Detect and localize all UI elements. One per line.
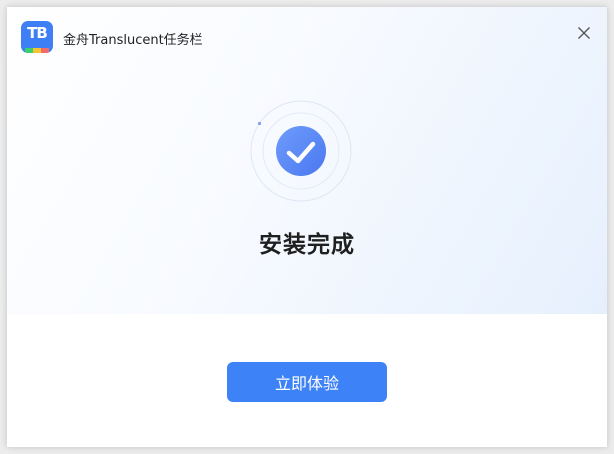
app-logo-icon: TB: [21, 21, 53, 53]
logo-stripe-green: [25, 48, 33, 53]
close-button[interactable]: [573, 22, 595, 44]
status-title: 安装完成: [259, 232, 355, 258]
window-title: 金舟Translucent任务栏: [63, 33, 203, 48]
check-circle-icon: [250, 100, 352, 202]
try-now-button[interactable]: 立即体验: [227, 362, 387, 402]
logo-stripe-red: [41, 48, 49, 53]
installer-window: TB 金舟Translucent任务栏 安装完成 立即体验: [7, 7, 607, 447]
close-icon[interactable]: [573, 22, 595, 44]
logo-stripe-yellow: [33, 48, 41, 53]
logo-text: TB: [27, 24, 48, 42]
success-graphic: [249, 99, 353, 203]
title-bar: TB 金舟Translucent任务栏: [7, 7, 607, 53]
